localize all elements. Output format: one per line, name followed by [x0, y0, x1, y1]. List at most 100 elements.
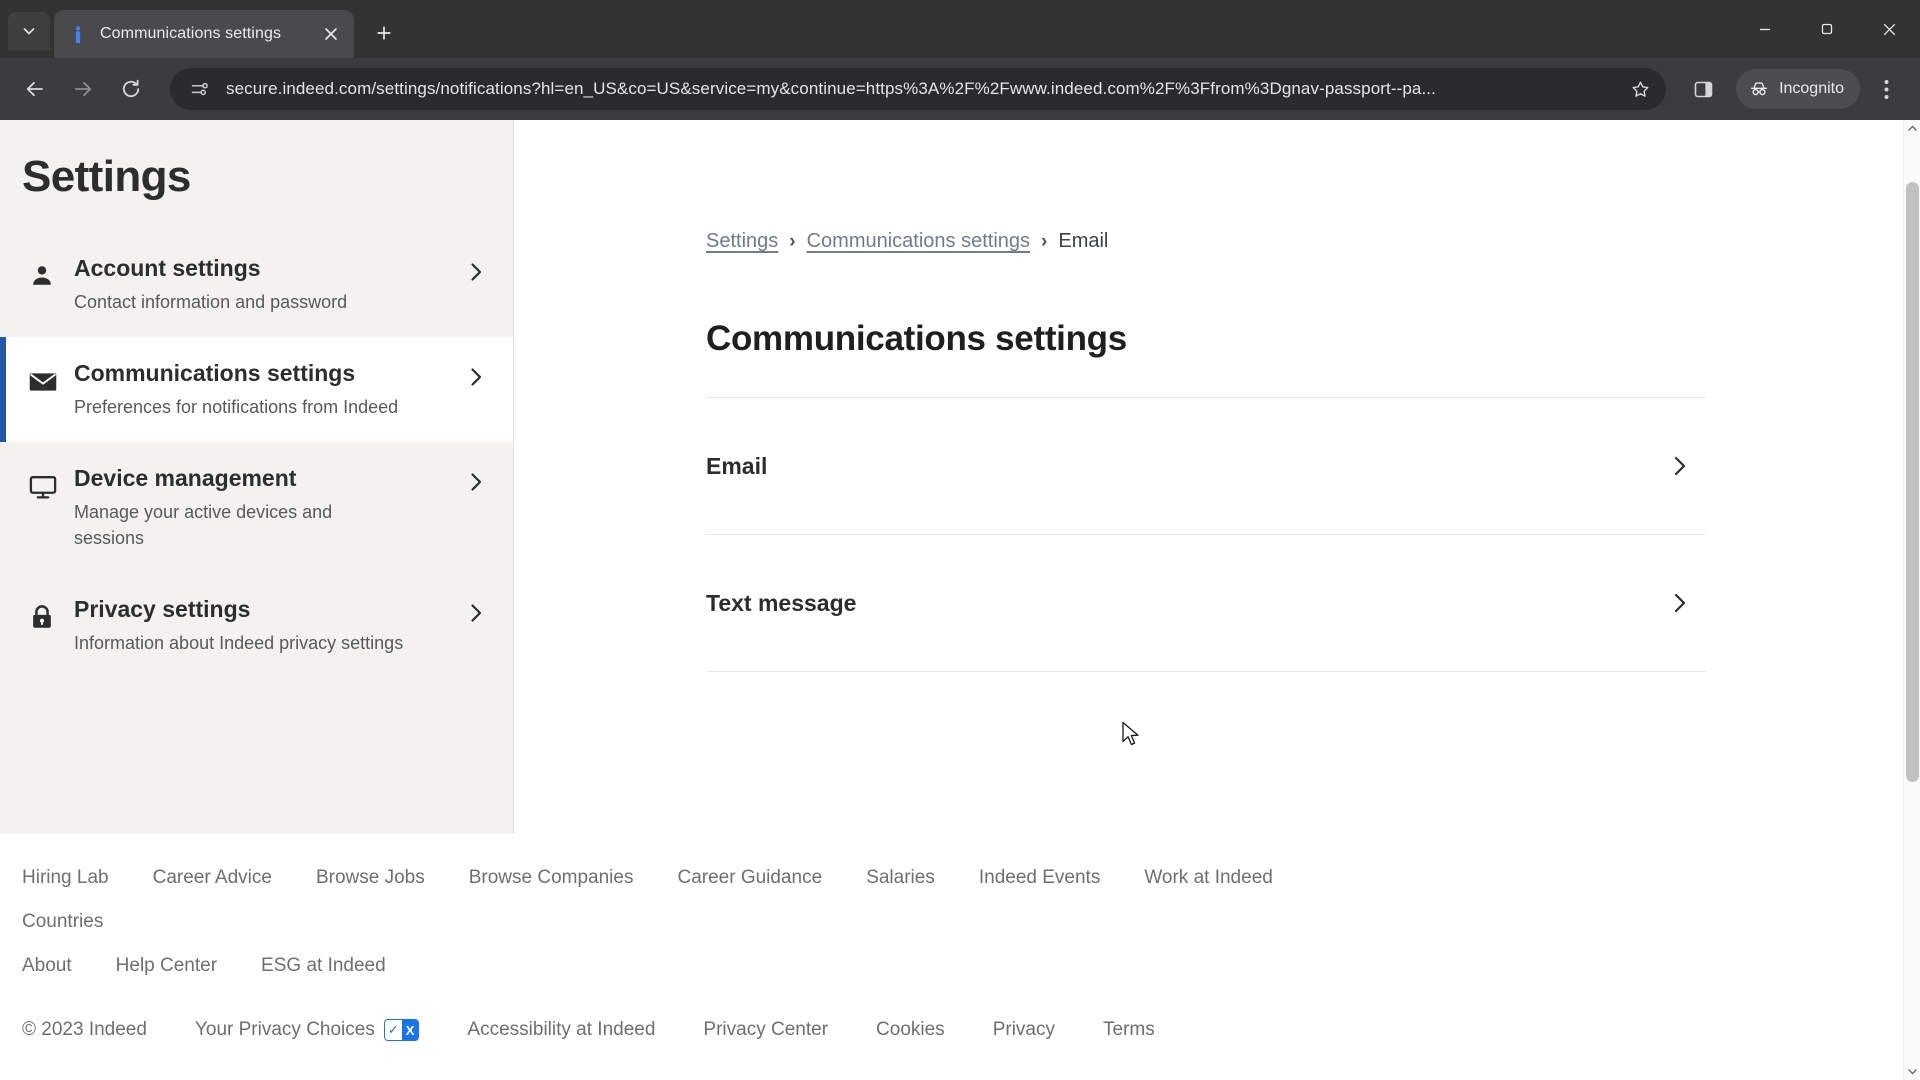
- chevron-glyph: [470, 604, 481, 622]
- scrollbar-thumb[interactable]: [1906, 182, 1919, 782]
- breadcrumb: Settings › Communications settings › Ema…: [706, 230, 1514, 253]
- sidebar-item-label: Account settings: [74, 255, 261, 281]
- browser-tab[interactable]: Communications settings: [54, 10, 354, 58]
- footer-link-work-at-indeed[interactable]: Work at Indeed: [1144, 867, 1273, 889]
- window-controls: [1734, 0, 1920, 58]
- maximize-button[interactable]: [1796, 0, 1858, 58]
- setting-row-label: Email: [706, 452, 768, 479]
- star-glyph: [1632, 81, 1649, 97]
- breadcrumb-separator-icon: ›: [1041, 231, 1048, 252]
- sidebar-item-communications-settings[interactable]: Communications settings Preferences for …: [0, 336, 513, 442]
- sidebar-item-label: Privacy settings: [74, 596, 251, 623]
- forward-arrow-icon: [75, 81, 92, 97]
- footer-link-browse-jobs[interactable]: Browse Jobs: [316, 867, 425, 889]
- reload-icon: [122, 79, 140, 98]
- footer-link-career-advice[interactable]: Career Advice: [153, 867, 272, 889]
- monitor-icon: [28, 464, 74, 502]
- browser-window: Communications settings secure.indeed.co…: [0, 0, 1920, 1080]
- scroll-down-arrow-icon[interactable]: [1904, 1063, 1920, 1080]
- caret-down-glyph: [1907, 1069, 1917, 1075]
- sidebar-item-account-settings[interactable]: Account settings Contact information and…: [0, 232, 513, 337]
- tab-strip: Communications settings: [0, 0, 1920, 58]
- copyright-text: © 2023 Indeed: [22, 1019, 147, 1040]
- envelope-glyph: [29, 373, 57, 391]
- minimize-icon: [1760, 28, 1770, 31]
- new-tab-button[interactable]: [366, 15, 402, 51]
- side-panel-button[interactable]: [1682, 68, 1724, 110]
- address-bar[interactable]: secure.indeed.com/settings/notifications…: [170, 68, 1667, 110]
- breadcrumb-current-email: Email: [1058, 230, 1109, 252]
- chevron-glyph: [470, 368, 481, 386]
- chevron-glyph: [1674, 593, 1686, 613]
- badge-x-glyph: X: [401, 1020, 419, 1040]
- reload-button[interactable]: [110, 68, 152, 110]
- site-footer: Hiring Lab Career Advice Browse Jobs Bro…: [0, 834, 1920, 1080]
- footer-link-help-center[interactable]: Help Center: [116, 955, 217, 977]
- your-privacy-choices-link[interactable]: Your Privacy Choices ✓ X: [195, 1019, 420, 1041]
- footer-link-terms[interactable]: Terms: [1103, 1019, 1155, 1041]
- footer-link-countries[interactable]: Countries: [22, 911, 103, 933]
- footer-link-cookies[interactable]: Cookies: [876, 1019, 945, 1041]
- page-title: Settings: [22, 152, 191, 201]
- sidebar-item-device-management[interactable]: Device management Manage your active dev…: [0, 441, 513, 574]
- privacy-choices-badge-icon: ✓ X: [383, 1019, 420, 1041]
- window-close-icon: [1883, 23, 1895, 35]
- chevron-glyph: [1674, 456, 1686, 476]
- breadcrumb-link-settings[interactable]: Settings: [706, 230, 778, 253]
- caret-up-glyph: [1907, 125, 1917, 131]
- minimize-button[interactable]: [1734, 0, 1796, 58]
- setting-row-email[interactable]: Email: [706, 398, 1706, 535]
- footer-link-about[interactable]: About: [22, 955, 72, 977]
- footer-link-salaries[interactable]: Salaries: [866, 867, 935, 889]
- footer-link-indeed-events[interactable]: Indeed Events: [979, 867, 1100, 889]
- back-button[interactable]: [14, 68, 56, 110]
- forward-button[interactable]: [62, 68, 104, 110]
- window-close-button[interactable]: [1858, 0, 1920, 58]
- browser-menu-button[interactable]: [1866, 68, 1906, 110]
- page-viewport: Settings Account settings Contact inform…: [0, 120, 1920, 1080]
- chevron-right-icon: [1672, 453, 1706, 479]
- footer-link-browse-companies[interactable]: Browse Companies: [469, 867, 634, 889]
- settings-sidebar: Settings Account settings Contact inform…: [0, 120, 514, 834]
- footer-link-accessibility-at-indeed[interactable]: Accessibility at Indeed: [467, 1019, 655, 1041]
- tab-search-icon[interactable]: [8, 12, 50, 50]
- person-glyph: [33, 266, 51, 285]
- main-content: Settings › Communications settings › Ema…: [514, 120, 1920, 834]
- breadcrumb-link-communications-settings[interactable]: Communications settings: [807, 230, 1030, 253]
- footer-link-privacy-center[interactable]: Privacy Center: [703, 1019, 828, 1041]
- sidebar-item-desc: Manage your active devices and sessions: [74, 501, 333, 548]
- chevron-glyph: [470, 473, 481, 491]
- lock-icon: [28, 595, 74, 631]
- setting-row-text-message[interactable]: Text message: [706, 535, 1706, 672]
- incognito-indicator[interactable]: Incognito: [1736, 69, 1860, 109]
- monitor-glyph: [29, 476, 57, 499]
- sidebar-item-text: Device management Manage your active dev…: [74, 464, 461, 551]
- footer-link-privacy[interactable]: Privacy: [993, 1019, 1055, 1041]
- chevron-right-icon: [461, 254, 491, 284]
- scroll-up-arrow-icon[interactable]: [1904, 120, 1920, 137]
- site-settings-icon[interactable]: [184, 74, 214, 104]
- footer-link-esg-at-indeed[interactable]: ESG at Indeed: [261, 955, 386, 977]
- chevron-down-icon: [23, 28, 35, 35]
- sidebar-item-label: Communications settings: [74, 359, 356, 386]
- chevron-right-icon: [1672, 590, 1706, 616]
- sidebar-item-text: Account settings Contact information and…: [74, 254, 461, 315]
- footer-links: Hiring Lab Career Advice Browse Jobs Bro…: [22, 867, 1442, 955]
- sidebar-item-privacy-settings[interactable]: Privacy settings Information about Indee…: [0, 573, 513, 679]
- chevron-glyph: [470, 263, 481, 281]
- chevron-right-icon: [461, 464, 491, 494]
- back-arrow-icon: [26, 81, 43, 97]
- bookmark-star-icon[interactable]: [1622, 71, 1658, 107]
- plus-icon: [377, 26, 391, 40]
- page-scrollbar[interactable]: [1903, 120, 1920, 1080]
- chevron-right-icon: [461, 359, 491, 389]
- maximize-icon: [1821, 23, 1833, 35]
- footer-legal-row: © 2023 Indeed Your Privacy Choices ✓ X A…: [22, 1019, 1920, 1041]
- footer-link-career-guidance[interactable]: Career Guidance: [677, 867, 822, 889]
- footer-link-hiring-lab[interactable]: Hiring Lab: [22, 867, 109, 889]
- incognito-icon: [1751, 82, 1768, 96]
- close-icon[interactable]: [318, 21, 344, 47]
- incognito-label: Incognito: [1779, 80, 1844, 97]
- browser-toolbar: secure.indeed.com/settings/notifications…: [0, 58, 1920, 120]
- tune-icon: [191, 82, 208, 95]
